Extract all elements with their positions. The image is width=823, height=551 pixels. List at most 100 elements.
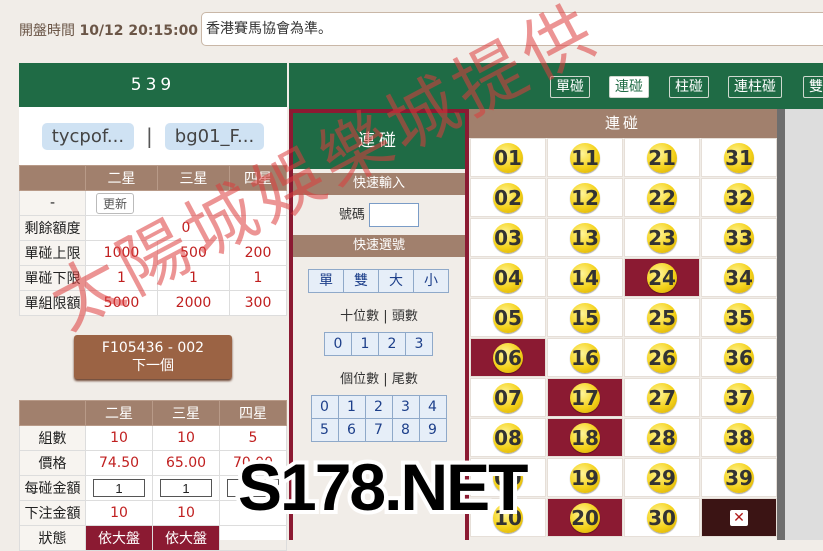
number-ball[interactable]: 22 xyxy=(647,182,677,213)
number-ball[interactable]: 30 xyxy=(647,502,677,533)
number-ball[interactable]: 38 xyxy=(724,422,754,453)
number-cell-36[interactable]: 36 xyxy=(701,338,777,377)
units-9-button[interactable]: 9 xyxy=(418,418,447,442)
number-cell-05[interactable]: 05 xyxy=(470,298,546,337)
refresh-button[interactable]: 更新 xyxy=(96,192,135,214)
number-cell-21[interactable]: 21 xyxy=(624,138,700,177)
number-ball[interactable]: 15 xyxy=(570,302,600,333)
clear-cell[interactable]: ✕ xyxy=(701,498,777,537)
number-cell-18[interactable]: 18 xyxy=(547,418,623,457)
number-ball[interactable]: 25 xyxy=(647,302,677,333)
number-ball[interactable]: 05 xyxy=(493,302,523,333)
number-ball[interactable]: 06 xyxy=(493,342,523,373)
number-cell-03[interactable]: 03 xyxy=(470,218,546,257)
number-ball[interactable]: 13 xyxy=(570,222,600,253)
number-cell-29[interactable]: 29 xyxy=(624,458,700,497)
number-ball[interactable]: 20 xyxy=(570,502,600,533)
number-ball[interactable]: 11 xyxy=(570,142,600,173)
units-0-button[interactable]: 0 xyxy=(310,395,339,419)
units-3-button[interactable]: 3 xyxy=(391,395,420,419)
tens-3-button[interactable]: 3 xyxy=(405,332,433,356)
number-cell-16[interactable]: 16 xyxy=(547,338,623,377)
tens-2-button[interactable]: 2 xyxy=(378,332,406,356)
number-cell-31[interactable]: 31 xyxy=(701,138,777,177)
odd-button[interactable]: 單 xyxy=(308,269,344,293)
number-cell-35[interactable]: 35 xyxy=(701,298,777,337)
number-ball[interactable]: 28 xyxy=(647,422,677,453)
number-cell-30[interactable]: 30 xyxy=(624,498,700,537)
number-cell-02[interactable]: 02 xyxy=(470,178,546,217)
number-ball[interactable]: 24 xyxy=(647,262,677,293)
number-cell-14[interactable]: 14 xyxy=(547,258,623,297)
number-ball[interactable]: 26 xyxy=(647,342,677,373)
number-ball[interactable]: 12 xyxy=(570,182,600,213)
units-8-button[interactable]: 8 xyxy=(391,418,420,442)
number-ball[interactable]: 02 xyxy=(493,182,523,213)
number-cell-27[interactable]: 27 xyxy=(624,378,700,417)
number-ball[interactable]: 23 xyxy=(647,222,677,253)
tens-1-button[interactable]: 1 xyxy=(351,332,379,356)
number-ball[interactable]: 04 xyxy=(493,262,523,293)
number-cell-23[interactable]: 23 xyxy=(624,218,700,257)
units-2-button[interactable]: 2 xyxy=(364,395,393,419)
even-button[interactable]: 雙 xyxy=(343,269,379,293)
tab-multi[interactable]: 連碰 xyxy=(609,76,649,98)
number-cell-24[interactable]: 24 xyxy=(624,258,700,297)
close-icon[interactable]: ✕ xyxy=(730,509,748,526)
number-ball[interactable]: 35 xyxy=(724,302,754,333)
number-ball[interactable]: 08 xyxy=(493,422,523,453)
number-ball[interactable]: 29 xyxy=(647,462,677,493)
number-cell-04[interactable]: 04 xyxy=(470,258,546,297)
number-ball[interactable]: 32 xyxy=(724,182,754,213)
number-ball[interactable]: 14 xyxy=(570,262,600,293)
number-ball[interactable]: 07 xyxy=(493,382,523,413)
units-7-button[interactable]: 7 xyxy=(364,418,393,442)
number-cell-38[interactable]: 38 xyxy=(701,418,777,457)
number-cell-19[interactable]: 19 xyxy=(547,458,623,497)
number-cell-13[interactable]: 13 xyxy=(547,218,623,257)
number-cell-11[interactable]: 11 xyxy=(547,138,623,177)
number-cell-39[interactable]: 39 xyxy=(701,458,777,497)
number-cell-22[interactable]: 22 xyxy=(624,178,700,217)
number-ball[interactable]: 36 xyxy=(724,342,754,373)
per-amount-3star-input[interactable] xyxy=(160,479,212,497)
number-cell-17[interactable]: 17 xyxy=(547,378,623,417)
number-cell-01[interactable]: 01 xyxy=(470,138,546,177)
units-4-button[interactable]: 4 xyxy=(418,395,447,419)
number-ball[interactable]: 27 xyxy=(647,382,677,413)
number-ball[interactable]: 37 xyxy=(724,382,754,413)
number-ball[interactable]: 17 xyxy=(570,382,600,413)
number-ball[interactable]: 31 xyxy=(724,142,754,173)
number-cell-26[interactable]: 26 xyxy=(624,338,700,377)
tab-multi-column[interactable]: 連柱碰 xyxy=(728,76,782,98)
number-cell-37[interactable]: 37 xyxy=(701,378,777,417)
units-1-button[interactable]: 1 xyxy=(337,395,366,419)
next-button[interactable]: F105436 - 002 下一個 xyxy=(74,335,232,379)
number-cell-33[interactable]: 33 xyxy=(701,218,777,257)
number-cell-25[interactable]: 25 xyxy=(624,298,700,337)
number-ball[interactable]: 16 xyxy=(570,342,600,373)
units-6-button[interactable]: 6 xyxy=(337,418,366,442)
number-ball[interactable]: 03 xyxy=(493,222,523,253)
small-button[interactable]: 小 xyxy=(413,269,449,293)
per-amount-2star-input[interactable] xyxy=(93,479,145,497)
number-ball[interactable]: 01 xyxy=(493,142,523,173)
tab-column[interactable]: 柱碰 xyxy=(669,76,709,98)
number-ball[interactable]: 34 xyxy=(724,262,754,293)
number-ball[interactable]: 19 xyxy=(570,462,600,493)
number-ball[interactable]: 21 xyxy=(647,142,677,173)
number-cell-28[interactable]: 28 xyxy=(624,418,700,457)
number-ball[interactable]: 18 xyxy=(570,422,600,453)
units-5-button[interactable]: 5 xyxy=(310,418,339,442)
big-button[interactable]: 大 xyxy=(378,269,414,293)
number-cell-12[interactable]: 12 xyxy=(547,178,623,217)
number-ball[interactable]: 33 xyxy=(724,222,754,253)
tab-double[interactable]: 雙 xyxy=(803,76,823,98)
number-ball[interactable]: 39 xyxy=(724,462,754,493)
number-cell-06[interactable]: 06 xyxy=(470,338,546,377)
number-cell-07[interactable]: 07 xyxy=(470,378,546,417)
number-cell-15[interactable]: 15 xyxy=(547,298,623,337)
number-cell-20[interactable]: 20 xyxy=(547,498,623,537)
number-cell-32[interactable]: 32 xyxy=(701,178,777,217)
number-cell-34[interactable]: 34 xyxy=(701,258,777,297)
